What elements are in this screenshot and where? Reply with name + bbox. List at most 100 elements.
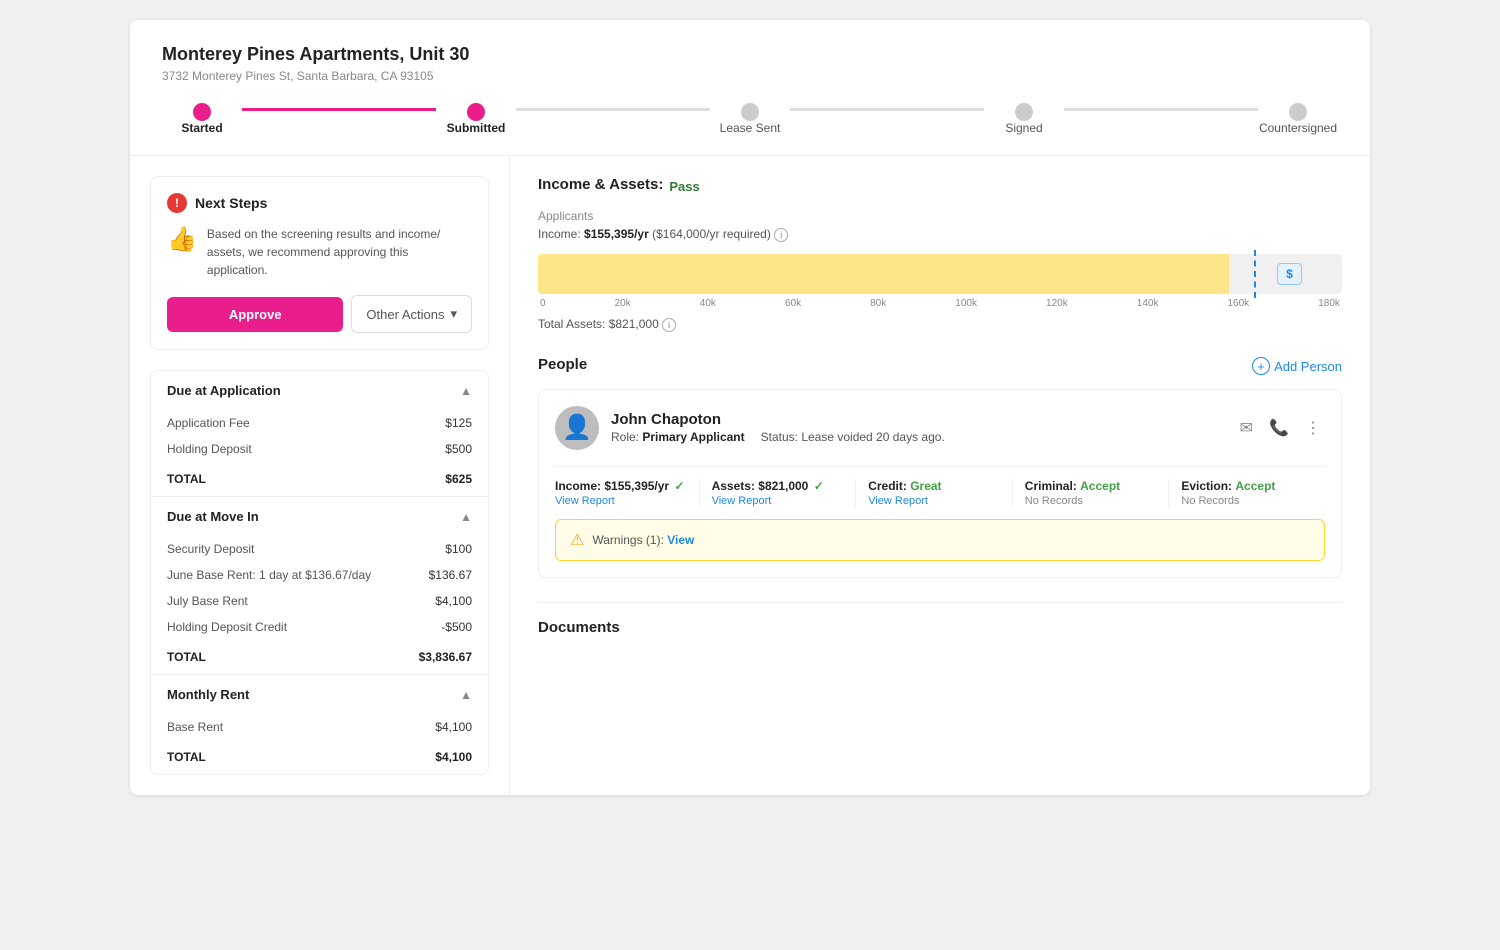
app-total-row: TOTAL $625 — [151, 462, 488, 496]
connector-started-submitted — [242, 108, 436, 111]
stat-credit-value: Credit: Great — [868, 479, 1000, 493]
phone-button[interactable]: 📞 — [1265, 414, 1293, 442]
person-header-row: 👤 John Chapoton Role: Primary Applicant — [555, 406, 1325, 450]
holding-credit-row: Holding Deposit Credit -$500 — [151, 614, 488, 640]
step-dot-signed — [1015, 103, 1033, 121]
step-dot-lease — [741, 103, 759, 121]
july-rent-amount: $4,100 — [435, 594, 472, 608]
person-actions: ✉ 📞 ⋮ — [1236, 414, 1325, 442]
step-dot-started — [193, 103, 211, 121]
app-total-amount: $625 — [445, 472, 472, 486]
income-label: Income: $155,395/yr ($164,000/yr require… — [538, 227, 1342, 242]
stat-eviction-value: Eviction: Accept — [1181, 479, 1313, 493]
step-label-lease: Lease Sent — [720, 121, 781, 135]
assets-view-report[interactable]: View Report — [712, 495, 844, 507]
warning-bar: ⚠ Warnings (1): View — [555, 519, 1325, 561]
june-rent-amount: $136.67 — [429, 568, 472, 582]
monthly-rent-header[interactable]: Monthly Rent ▲ — [151, 675, 488, 714]
stat-income: Income: $155,395/yr ✓ View Report — [555, 479, 700, 507]
left-panel: ! Next Steps 👍 Based on the screening re… — [130, 156, 510, 795]
axis-80k: 80k — [870, 298, 886, 309]
person-stats: Income: $155,395/yr ✓ View Report Assets… — [555, 466, 1325, 507]
add-person-link[interactable]: + Add Person — [1252, 357, 1342, 375]
other-actions-button[interactable]: Other Actions ▾ — [351, 295, 472, 333]
alert-icon: ! — [167, 193, 187, 213]
stat-criminal-value: Criminal: Accept — [1025, 479, 1157, 493]
next-steps-card: ! Next Steps 👍 Based on the screening re… — [150, 176, 489, 350]
stat-credit: Credit: Great View Report — [856, 479, 1013, 507]
security-deposit-amount: $100 — [445, 542, 472, 556]
step-label-started: Started — [181, 121, 222, 135]
step-started: Started — [162, 103, 242, 135]
monthly-total-row: TOTAL $4,100 — [151, 740, 488, 774]
person-info: John Chapoton Role: Primary Applicant St… — [611, 411, 1224, 444]
dollar-badge: $ — [1277, 263, 1302, 285]
income-bar-fill — [538, 254, 1229, 294]
step-label-countersigned: Countersigned — [1259, 121, 1337, 135]
warning-icon: ⚠ — [570, 530, 584, 550]
due-at-move-in-title: Due at Move In — [167, 509, 259, 524]
info-icon[interactable]: i — [774, 228, 788, 242]
chevron-up-icon-2: ▲ — [460, 510, 472, 524]
app-fee-row: Application Fee $125 — [151, 410, 488, 436]
move-in-total-label: TOTAL — [167, 650, 206, 664]
base-rent-row: Base Rent $4,100 — [151, 714, 488, 740]
holding-credit-amount: -$500 — [441, 620, 472, 634]
july-rent-label: July Base Rent — [167, 594, 248, 608]
step-lease-sent: Lease Sent — [710, 103, 790, 135]
step-label-submitted: Submitted — [447, 121, 506, 135]
thumbs-up-icon: 👍 — [167, 225, 197, 254]
income-view-report[interactable]: View Report — [555, 495, 687, 507]
holding-deposit-row: Holding Deposit $500 — [151, 436, 488, 462]
progress-steps: Started Submitted Lease Sent — [162, 103, 1338, 135]
security-deposit-label: Security Deposit — [167, 542, 254, 556]
step-countersigned: Countersigned — [1258, 103, 1338, 135]
connector-submitted-lease — [516, 108, 710, 111]
documents-title: Documents — [538, 619, 1342, 636]
next-steps-title: Next Steps — [195, 195, 267, 211]
move-in-total-amount: $3,836.67 — [419, 650, 472, 664]
income-assets-title: Income & Assets: — [538, 176, 663, 193]
total-assets: Total Assets: $821,000 i — [538, 317, 1342, 332]
holding-credit-label: Holding Deposit Credit — [167, 620, 287, 634]
axis-120k: 120k — [1046, 298, 1068, 309]
due-at-move-in-header[interactable]: Due at Move In ▲ — [151, 497, 488, 536]
person-name: John Chapoton — [611, 411, 1224, 428]
security-deposit-row: Security Deposit $100 — [151, 536, 488, 562]
july-rent-row: July Base Rent $4,100 — [151, 588, 488, 614]
approve-button[interactable]: Approve — [167, 297, 343, 332]
income-assets-section: Income & Assets: Pass Applicants Income:… — [538, 176, 1342, 332]
header-section: Monterey Pines Apartments, Unit 30 3732 … — [130, 20, 1370, 156]
stat-assets: Assets: $821,000 ✓ View Report — [700, 479, 857, 507]
monthly-total-amount: $4,100 — [435, 750, 472, 764]
holding-deposit-amount: $500 — [445, 442, 472, 456]
more-options-button[interactable]: ⋮ — [1301, 414, 1325, 442]
info-icon-assets[interactable]: i — [662, 318, 676, 332]
axis-160k: 160k — [1228, 298, 1250, 309]
income-text: Income: — [538, 227, 584, 241]
person-role: Role: Primary Applicant — [611, 430, 745, 444]
income-bar-container: $ 0 20k 40k 60k 80k 100k 120k 140k 160k — [538, 254, 1342, 309]
step-dot-submitted — [467, 103, 485, 121]
due-at-application-header[interactable]: Due at Application ▲ — [151, 371, 488, 410]
income-required: ($164,000/yr required) — [652, 227, 771, 241]
app-fee-amount: $125 — [445, 416, 472, 430]
chevron-up-icon-3: ▲ — [460, 688, 472, 702]
avatar: 👤 — [555, 406, 599, 450]
credit-view-report[interactable]: View Report — [868, 495, 1000, 507]
assets-check-icon: ✓ — [814, 479, 824, 493]
stat-assets-value: Assets: $821,000 ✓ — [712, 479, 844, 493]
income-check-icon: ✓ — [674, 479, 684, 493]
axis-0: 0 — [540, 298, 546, 309]
person-avatar-icon: 👤 — [562, 413, 592, 442]
stat-criminal: Criminal: Accept No Records — [1013, 479, 1170, 507]
action-buttons: Approve Other Actions ▾ — [167, 295, 472, 333]
axis-180k: 180k — [1318, 298, 1340, 309]
warning-view-link[interactable]: View — [667, 533, 694, 547]
due-at-application-group: Due at Application ▲ Application Fee $12… — [151, 371, 488, 497]
next-steps-description: Based on the screening results and incom… — [207, 225, 472, 279]
people-section: People + Add Person 👤 — [538, 356, 1342, 578]
email-button[interactable]: ✉ — [1236, 414, 1257, 442]
chevron-down-icon: ▾ — [450, 306, 457, 322]
step-label-signed: Signed — [1005, 121, 1042, 135]
